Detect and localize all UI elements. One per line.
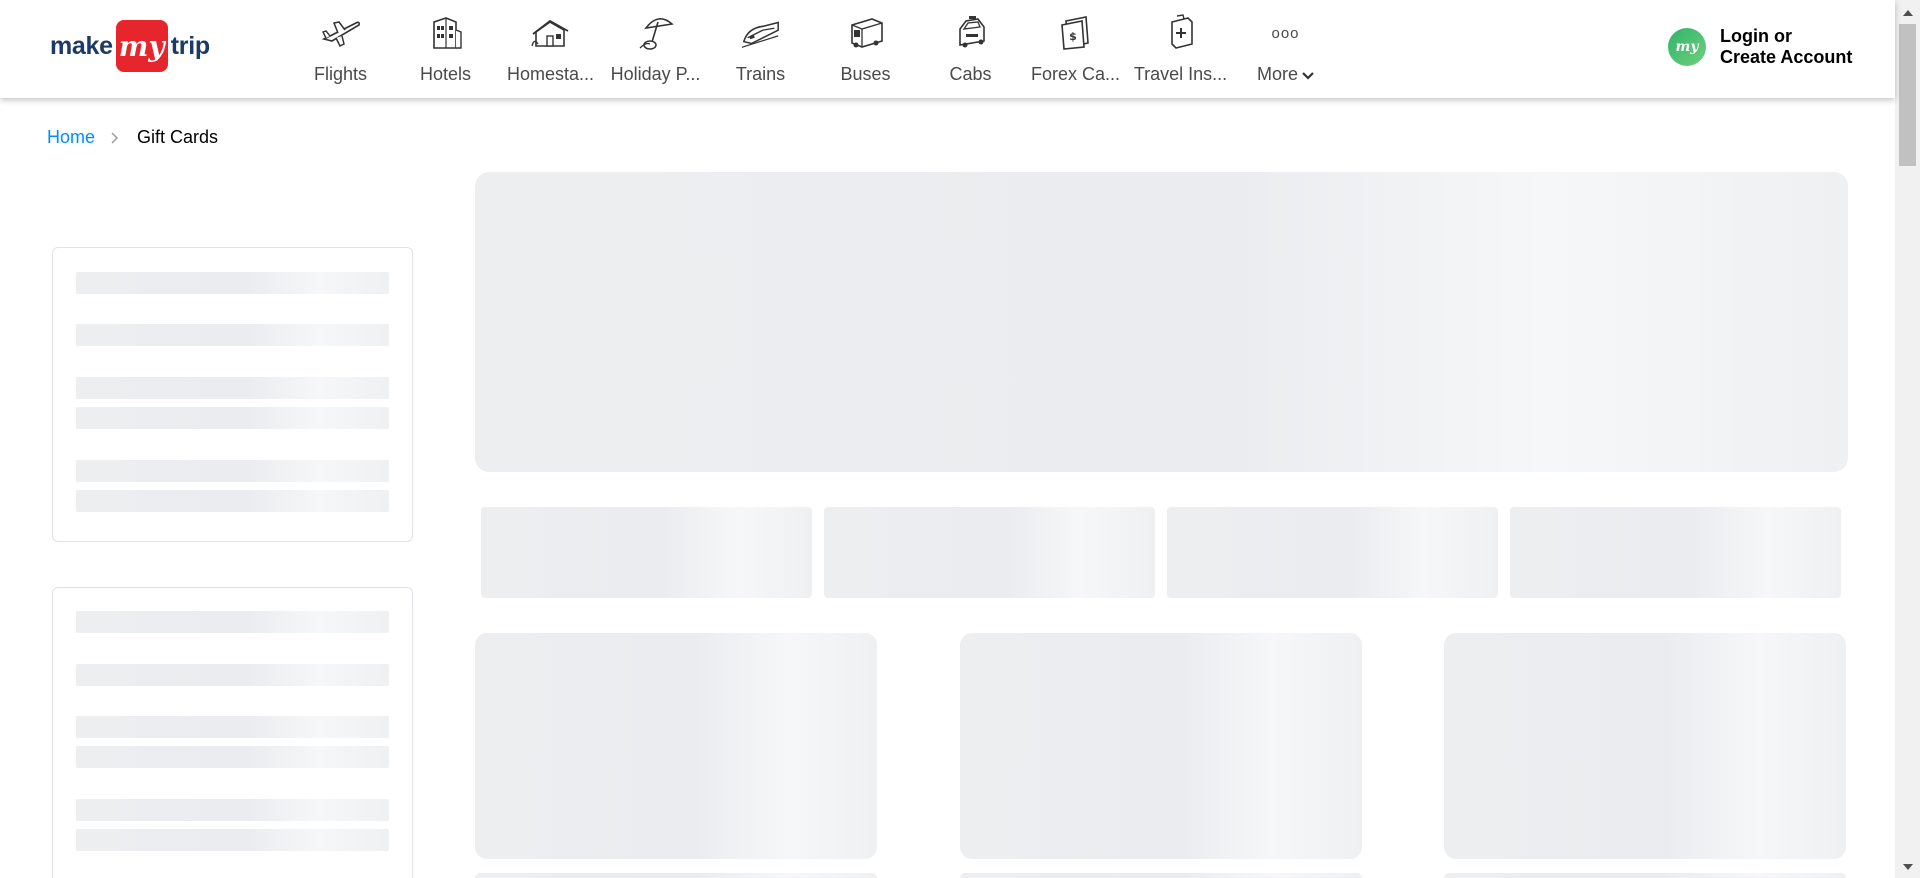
skeleton-line <box>76 664 389 686</box>
nav-label: Holiday P... <box>610 64 701 84</box>
makemytrip-logo[interactable]: make my trip <box>50 20 210 72</box>
nav-item-homestays[interactable]: Homesta... <box>498 8 603 88</box>
homestay-icon <box>530 12 572 54</box>
scrollbar-thumb[interactable] <box>1899 24 1916 166</box>
more-dots: ooo <box>1271 24 1300 42</box>
vertical-scrollbar[interactable] <box>1895 0 1920 878</box>
skeleton-line <box>76 407 389 429</box>
skeleton-line <box>76 746 389 768</box>
nav-label: Hotels <box>419 64 472 84</box>
gift-card-skeleton <box>1444 633 1846 859</box>
skeleton-line <box>76 460 389 482</box>
nav-label: Flights <box>313 64 367 84</box>
skeleton-line <box>76 377 389 399</box>
skeleton-line <box>76 611 389 633</box>
nav-item-more[interactable]: ooo More <box>1233 8 1338 88</box>
cab-icon <box>950 12 992 54</box>
main-nav: Flights Hotels Homesta... Holiday P... T… <box>288 8 1338 88</box>
skeleton-line <box>76 716 389 738</box>
gift-card-skeleton <box>475 633 877 859</box>
nav-item-trains[interactable]: Trains <box>708 8 813 88</box>
logo-word-make: make <box>50 31 113 60</box>
skeleton-line <box>76 324 389 346</box>
nav-item-flights[interactable]: Flights <box>288 8 393 88</box>
forex-card-icon: $ <box>1055 12 1097 54</box>
logo-word-trip: trip <box>170 31 210 60</box>
avatar: my <box>1668 28 1706 66</box>
nav-label: Forex Ca... <box>1030 64 1121 84</box>
login-button[interactable]: my Login or Create Account <box>1668 26 1852 68</box>
nav-item-cabs[interactable]: Cabs <box>918 8 1023 88</box>
nav-label: Travel Ins... <box>1133 64 1228 84</box>
nav-item-forex-card[interactable]: $ Forex Ca... <box>1023 8 1128 88</box>
train-icon <box>740 12 782 54</box>
sidebar-skeleton-card <box>52 587 413 878</box>
skeleton-line <box>76 829 389 851</box>
nav-label: Trains <box>735 64 786 84</box>
login-text: Login or Create Account <box>1720 26 1852 68</box>
scroll-up-arrow-icon[interactable] <box>1895 4 1920 22</box>
nav-label-more: More <box>1257 64 1314 85</box>
breadcrumb: Home Gift Cards <box>47 127 218 148</box>
skeleton-line <box>76 272 389 294</box>
more-dots-icon: ooo <box>1265 12 1307 54</box>
gift-card-skeleton <box>475 873 877 878</box>
nav-item-holiday-packages[interactable]: Holiday P... <box>603 8 708 88</box>
holiday-package-icon <box>635 12 677 54</box>
top-header: make my trip Flights Hotels Homesta... H… <box>0 0 1895 98</box>
skeleton-line <box>76 490 389 512</box>
chevron-right-icon <box>111 131 119 144</box>
bus-icon <box>845 12 887 54</box>
skeleton-line <box>76 799 389 821</box>
svg-text:$: $ <box>1069 30 1077 43</box>
gift-card-skeleton <box>960 873 1362 878</box>
login-line-2: Create Account <box>1720 47 1853 67</box>
nav-label: Homesta... <box>506 64 595 84</box>
nav-item-hotels[interactable]: Hotels <box>393 8 498 88</box>
chevron-down-icon <box>1302 64 1314 85</box>
category-tile-skeleton <box>824 507 1155 598</box>
nav-label: Buses <box>840 64 891 84</box>
banner-skeleton <box>475 172 1848 472</box>
breadcrumb-current: Gift Cards <box>137 127 219 147</box>
logo-badge-my: my <box>115 20 168 72</box>
breadcrumb-home-link[interactable]: Home <box>47 127 95 148</box>
nav-label: Cabs <box>949 64 992 84</box>
gift-card-skeleton <box>960 633 1362 859</box>
sidebar-skeleton-card <box>52 247 413 542</box>
scroll-down-arrow-icon[interactable] <box>1895 858 1920 876</box>
gift-card-skeleton <box>1444 873 1846 878</box>
category-tile-skeleton <box>481 507 812 598</box>
nav-label: More <box>1256 64 1298 84</box>
category-tile-skeleton <box>1510 507 1841 598</box>
hotel-icon <box>425 12 467 54</box>
login-line-1: Login or <box>1720 26 1792 46</box>
category-tile-skeleton <box>1167 507 1498 598</box>
nav-item-buses[interactable]: Buses <box>813 8 918 88</box>
travel-insurance-icon <box>1160 12 1202 54</box>
flight-icon <box>320 12 362 54</box>
nav-item-travel-insurance[interactable]: Travel Ins... <box>1128 8 1233 88</box>
